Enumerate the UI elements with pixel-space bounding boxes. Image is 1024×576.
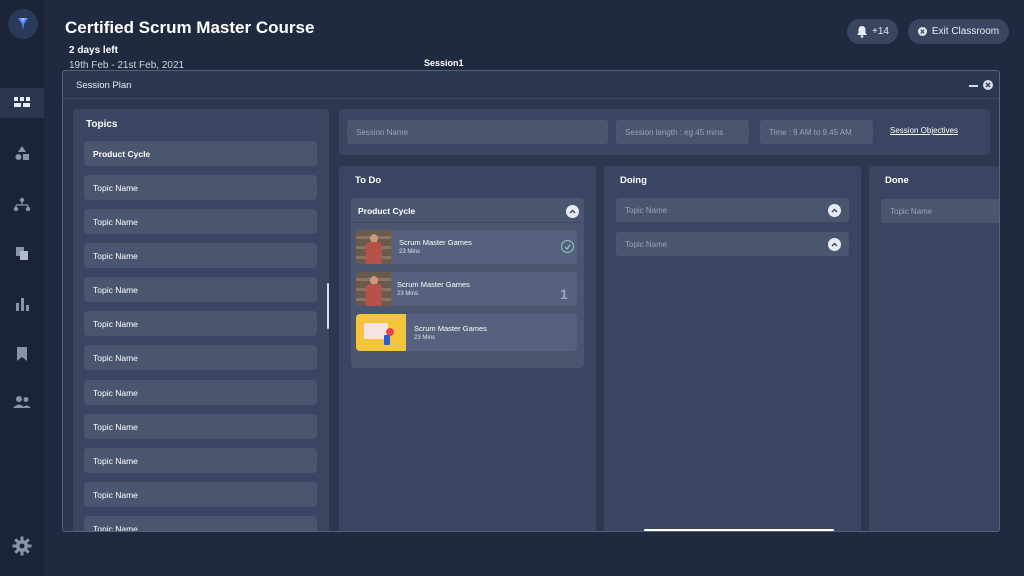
hierarchy-icon[interactable] — [0, 190, 44, 220]
documents-icon[interactable] — [0, 238, 44, 268]
topic-item[interactable]: Topic Name — [84, 482, 317, 507]
topics-scrollbar[interactable] — [327, 283, 329, 329]
minimize-icon[interactable] — [969, 85, 978, 87]
bar-chart-icon[interactable] — [0, 289, 44, 319]
topic-item[interactable]: Topic Name — [84, 516, 317, 531]
slot-label: Topic Name — [625, 239, 668, 249]
people-icon[interactable] — [0, 387, 44, 417]
logo-icon[interactable] — [8, 9, 38, 39]
topic-item[interactable]: Topic Name — [84, 380, 317, 405]
task-duration: 23 Mins — [397, 291, 419, 297]
exit-classroom-label: Exit Classroom — [931, 26, 1000, 37]
doing-column-title: Doing — [620, 175, 647, 186]
task-thumbnail — [356, 272, 391, 306]
close-circle-icon — [917, 27, 927, 36]
topic-item[interactable]: Topic Name — [84, 175, 317, 200]
doing-column: Doing Topic Name Topic Name — [604, 166, 861, 531]
exit-classroom-button[interactable]: Exit Classroom — [908, 19, 1009, 44]
task-card[interactable]: Scrum Master Games 23 Mins 1 — [356, 272, 577, 306]
dashboard-icon[interactable] — [0, 88, 44, 118]
doing-topic-slot[interactable]: Topic Name — [616, 232, 849, 256]
task-duration: 23 Mins — [414, 335, 436, 341]
slot-label: Topic Name — [890, 206, 933, 216]
slot-label: Topic Name — [625, 205, 668, 215]
group-title: Product Cycle — [358, 206, 416, 216]
session-plan-dialog: Session Plan Topics Product Cycle Topic … — [62, 70, 1000, 532]
session-label: Session1 — [424, 58, 464, 68]
topic-item[interactable]: Topic Name — [84, 243, 317, 268]
topic-item[interactable]: Topic Name — [84, 209, 317, 234]
task-thumbnail — [356, 230, 391, 264]
topic-item[interactable]: Topic Name — [84, 448, 317, 473]
session-time-input[interactable]: Time : 9 AM to 9.45 AM — [760, 120, 873, 144]
task-count: 1 — [560, 286, 568, 302]
task-thumbnail — [356, 314, 406, 351]
todo-column: To Do Product Cycle Scrum Master Games 2… — [339, 166, 596, 531]
topic-item[interactable]: Topic Name — [84, 345, 317, 370]
todo-column-title: To Do — [355, 175, 382, 186]
dialog-header: Session Plan — [63, 71, 999, 99]
settings-icon[interactable] — [0, 531, 44, 561]
topic-item[interactable]: Product Cycle — [84, 141, 317, 166]
done-column-title: Done — [885, 175, 909, 186]
task-duration: 23 Mins — [399, 249, 421, 255]
chevron-up-icon[interactable] — [566, 205, 579, 218]
shapes-icon[interactable] — [0, 138, 44, 168]
session-name-input[interactable]: Session Name — [347, 120, 608, 144]
topics-title: Topics — [86, 119, 118, 130]
close-icon[interactable] — [983, 80, 993, 90]
page-title: Certified Scrum Master Course — [65, 18, 315, 37]
chevron-up-icon[interactable] — [828, 238, 841, 251]
session-length-input[interactable]: Session length : eg 45 mins — [616, 120, 749, 144]
session-objectives-link[interactable]: Session Objectives — [890, 126, 958, 135]
done-topic-slot[interactable]: Topic Name — [881, 199, 999, 223]
dialog-title: Session Plan — [76, 80, 132, 91]
task-title: Scrum Master Games — [399, 238, 472, 247]
bell-icon — [857, 26, 868, 38]
task-card[interactable]: Scrum Master Games 23 Mins — [356, 314, 577, 351]
product-cycle-group: Product Cycle Scrum Master Games 23 Mins — [351, 198, 584, 368]
left-rail — [0, 0, 44, 576]
days-left-label: 2 days left — [69, 45, 118, 56]
board-scrollbar[interactable] — [644, 529, 834, 531]
task-card[interactable]: Scrum Master Games 23 Mins — [356, 230, 577, 264]
topic-item[interactable]: Topic Name — [84, 414, 317, 439]
doing-topic-slot[interactable]: Topic Name — [616, 198, 849, 222]
notification-count: +14 — [872, 26, 889, 37]
topic-item[interactable]: Topic Name — [84, 277, 317, 302]
chevron-up-icon[interactable] — [828, 204, 841, 217]
topic-item[interactable]: Topic Name — [84, 311, 317, 336]
done-column: Done Topic Name — [869, 166, 999, 531]
task-title: Scrum Master Games — [397, 280, 470, 289]
notifications-button[interactable]: +14 — [847, 19, 898, 44]
task-title: Scrum Master Games — [414, 324, 487, 333]
session-details-bar: Session Name Session length : eg 45 mins… — [339, 109, 990, 155]
check-circle-icon[interactable] — [561, 240, 574, 253]
topics-panel: Topics Product Cycle Topic Name Topic Na… — [73, 109, 329, 531]
bookmark-icon[interactable] — [0, 339, 44, 369]
divider — [351, 222, 584, 223]
